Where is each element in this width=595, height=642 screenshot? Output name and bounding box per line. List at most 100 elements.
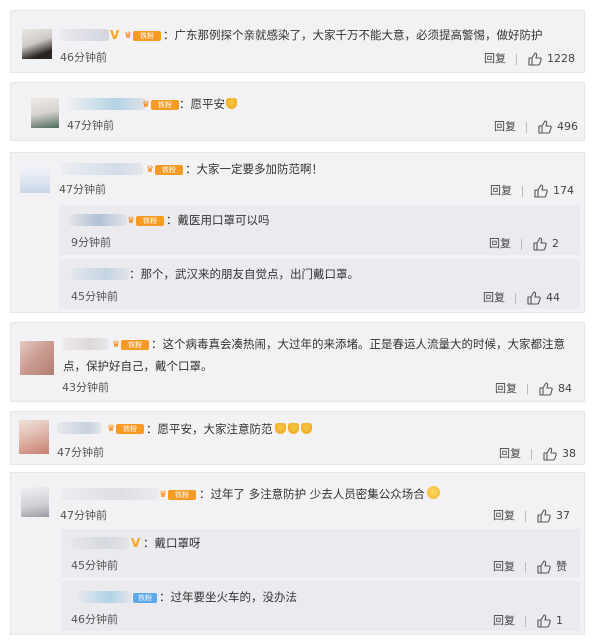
username-blurred[interactable] <box>69 214 127 226</box>
username-blurred[interactable] <box>61 488 159 500</box>
fan-badge-label: 铁粉 <box>155 165 183 175</box>
comment-card: V ♛ 铁粉 ：广东那例探个亲就感染了，大家千万不能大意，必须提高警惕，做好防护… <box>10 10 585 73</box>
reply-time: 46分钟前 <box>71 613 118 626</box>
avatar[interactable] <box>20 165 50 193</box>
comment-time: 43分钟前 <box>62 381 109 394</box>
like-button[interactable]: 38 <box>543 447 583 461</box>
praying-hands-emoji <box>300 423 312 434</box>
thumbs-up-icon <box>533 237 547 251</box>
face-emoji <box>426 486 440 499</box>
fan-badge-label: 铁粉 <box>151 100 179 110</box>
username-blurred[interactable] <box>63 338 109 350</box>
reply-text: ：过年要坐火车的，没办法 <box>159 590 297 604</box>
comment-card: ♛ 铁粉 ：过年了 多注意防护 少去人员密集公众场合 47分钟前 回复 37 V… <box>10 472 585 635</box>
avatar[interactable] <box>20 341 54 375</box>
like-count: 1 <box>556 614 563 627</box>
thumbs-up-icon <box>527 291 541 305</box>
like-count: 44 <box>546 291 560 304</box>
reply-text: ：那个，武汉来的朋友自觉点，出门戴口罩。 <box>129 267 359 281</box>
thumbs-up-icon <box>539 382 553 396</box>
like-count: 37 <box>556 509 570 522</box>
like-count: 38 <box>562 447 576 460</box>
reply-time: 45分钟前 <box>71 559 118 572</box>
comment-time: 47分钟前 <box>57 446 104 459</box>
comment-time: 46分钟前 <box>60 51 107 64</box>
fan-badge-label: 铁粉 <box>168 490 196 500</box>
divider <box>527 384 528 395</box>
username-blurred[interactable] <box>59 29 109 41</box>
like-count: 496 <box>557 120 578 133</box>
fan-badge-label: 铁粉 <box>116 424 144 434</box>
reply-text: ：戴医用口罩可以吗 <box>166 213 270 227</box>
fan-badge: ♛ 铁粉 <box>127 215 165 227</box>
fan-badge: ♛ 铁粉 <box>107 423 145 435</box>
fan-badge-label: 铁粉 <box>121 340 149 350</box>
comment-time: 47分钟前 <box>67 119 114 132</box>
reply-button[interactable]: 回复 <box>490 184 512 198</box>
username-blurred[interactable] <box>71 268 129 280</box>
like-count: 84 <box>558 382 572 395</box>
like-button[interactable]: 37 <box>537 509 579 523</box>
divider <box>525 616 526 627</box>
fan-badge-label: 铁粉 <box>133 31 161 41</box>
reply-button[interactable]: 回复 <box>493 614 515 628</box>
comment-text: ：愿平安 <box>179 96 237 112</box>
reply-button[interactable]: 回复 <box>495 382 517 396</box>
fan-badge-label: 铁粉 <box>136 216 164 226</box>
reply-button[interactable]: 回复 <box>494 120 516 134</box>
like-button[interactable]: 1 <box>537 614 573 628</box>
thumbs-up-icon <box>534 184 548 198</box>
comment-card: ♛ 铁粉 ：大家一定要多加防范啊！ 47分钟前 回复 174 ♛ 铁粉 ：戴医用… <box>10 152 585 313</box>
like-button[interactable]: 1228 <box>528 52 580 66</box>
like-button[interactable]: 84 <box>539 382 583 396</box>
comment-text-line-1: ：这个病毒真会凑热闹，大过年的来添堵。正是春运人流量大的时候，大家都注意 <box>151 337 565 351</box>
like-button[interactable]: 2 <box>533 237 573 251</box>
like-button[interactable]: 赞 <box>537 560 577 574</box>
like-count: 2 <box>552 237 559 250</box>
fan-badge: ♛ 铁粉 <box>112 339 150 351</box>
reply-time: 9分钟前 <box>71 236 111 249</box>
avatar[interactable] <box>21 487 49 517</box>
reply-button[interactable]: 回复 <box>483 291 505 305</box>
comment-time: 47分钟前 <box>60 509 107 522</box>
reply-item: ♛ 铁粉 ：戴医用口罩可以吗 9分钟前 回复 2 <box>59 205 580 255</box>
comment-text-content: ：愿平安，大家注意防范 <box>146 422 273 436</box>
divider <box>525 562 526 573</box>
username-blurred[interactable] <box>61 163 143 175</box>
comment-time: 47分钟前 <box>59 183 106 196</box>
comment-text: ：过年了 多注意防护 少去人员密集公众场合 <box>199 486 440 502</box>
thumbs-up-icon <box>537 560 551 574</box>
reply-button[interactable]: 回复 <box>489 237 511 251</box>
divider <box>525 511 526 522</box>
avatar[interactable] <box>22 29 52 59</box>
avatar[interactable] <box>31 98 59 128</box>
avatar[interactable] <box>19 420 49 454</box>
like-button[interactable]: 174 <box>534 184 582 198</box>
reply-button[interactable]: 回复 <box>493 509 515 523</box>
comment-text: ：愿平安，大家注意防范 <box>146 421 312 437</box>
vip-icon: V <box>131 536 141 550</box>
praying-hands-emoji <box>226 98 237 109</box>
reply-button[interactable]: 回复 <box>484 52 506 66</box>
username-blurred[interactable] <box>68 98 146 110</box>
comment-feed: V ♛ 铁粉 ：广东那例探个亲就感染了，大家千万不能大意，必须提高警惕，做好防护… <box>0 0 595 642</box>
username-blurred[interactable] <box>79 591 131 603</box>
username-blurred[interactable] <box>71 537 129 549</box>
fan-badge: ♛ 铁粉 <box>146 164 184 176</box>
divider <box>516 54 517 65</box>
reply-button[interactable]: 回复 <box>493 560 515 574</box>
thumbs-up-icon <box>537 509 551 523</box>
like-button[interactable]: 44 <box>527 291 573 305</box>
reply-button[interactable]: 回复 <box>499 447 521 461</box>
comment-text-content: ：愿平安 <box>179 97 225 111</box>
divider <box>526 122 527 133</box>
praying-hands-emoji <box>287 423 299 434</box>
username-blurred[interactable] <box>57 422 101 434</box>
fan-badge: ♛ 铁粉 <box>142 99 180 111</box>
like-button[interactable]: 496 <box>538 120 584 134</box>
divider <box>522 186 523 197</box>
reply-time: 45分钟前 <box>71 290 118 303</box>
comment-text-content: ：过年了 多注意防护 少去人员密集公众场合 <box>199 487 425 501</box>
vip-icon: V <box>110 28 120 42</box>
thumbs-up-icon <box>538 120 552 134</box>
